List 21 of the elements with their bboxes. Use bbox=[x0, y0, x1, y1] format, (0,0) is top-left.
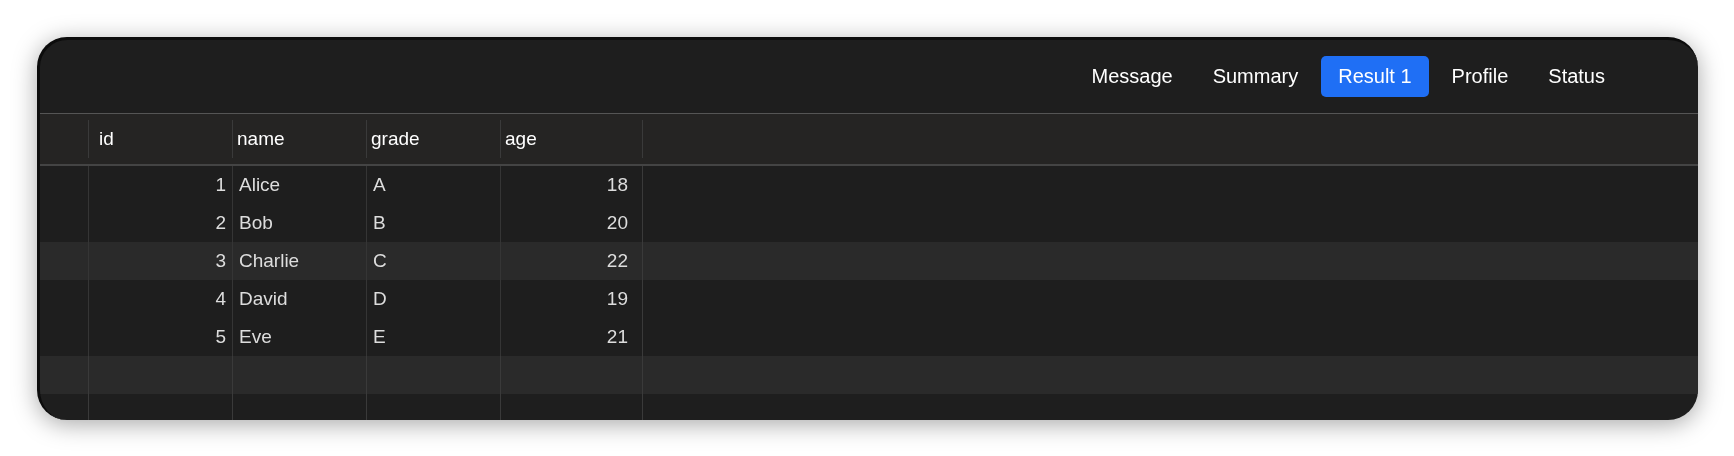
table-cell: 1 bbox=[88, 166, 232, 204]
table-cell: D bbox=[366, 280, 500, 318]
tab[interactable]: Result 1 bbox=[1321, 56, 1429, 97]
column-header: name bbox=[232, 120, 366, 158]
table-cell: 4 bbox=[88, 280, 232, 318]
table-cell: C bbox=[366, 242, 500, 280]
table-cell: 18 bbox=[500, 166, 642, 204]
table-cell: Charlie bbox=[232, 242, 366, 280]
tab[interactable]: Message bbox=[1074, 56, 1190, 97]
table-cell: 3 bbox=[88, 242, 232, 280]
column-header: age bbox=[500, 120, 642, 158]
table-cell: 22 bbox=[500, 242, 642, 280]
column-header: id bbox=[88, 120, 232, 158]
tab[interactable]: Status bbox=[1531, 56, 1622, 97]
table-cell: David bbox=[232, 280, 366, 318]
table-cell: Alice bbox=[232, 166, 366, 204]
table-cell: 19 bbox=[500, 280, 642, 318]
tab[interactable]: Profile bbox=[1434, 56, 1526, 97]
tab[interactable]: Summary bbox=[1195, 56, 1316, 97]
column-header: grade bbox=[366, 120, 500, 158]
table-cell: A bbox=[366, 166, 500, 204]
